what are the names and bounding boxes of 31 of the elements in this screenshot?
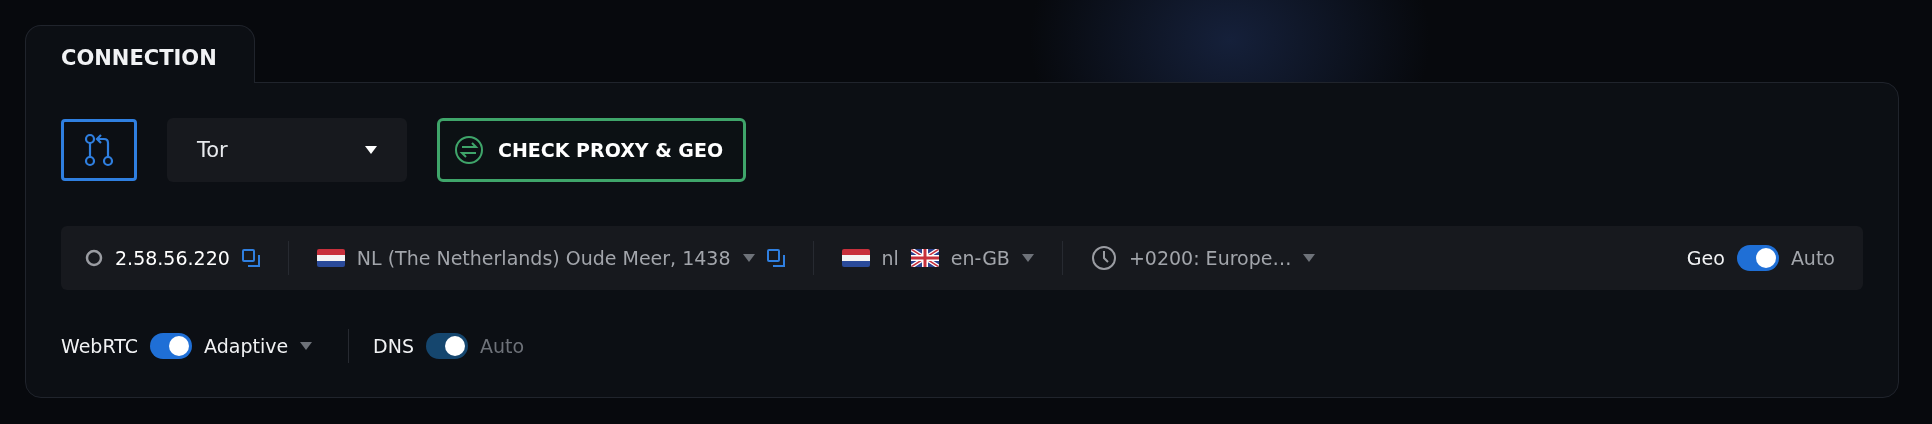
language-text: en-GB bbox=[950, 247, 1010, 269]
language-text: nl bbox=[881, 247, 899, 269]
option-label: DNS bbox=[373, 335, 414, 357]
connection-dropdown[interactable]: Tor bbox=[167, 118, 407, 182]
flag-icon bbox=[316, 249, 345, 267]
caret-icon[interactable] bbox=[300, 342, 313, 350]
option-mode: Adaptive bbox=[204, 335, 289, 357]
caret-icon[interactable] bbox=[1303, 254, 1316, 262]
section-tab[interactable]: CONNECTION bbox=[25, 25, 255, 83]
ip-address: 2.58.56.220 bbox=[115, 247, 230, 269]
timezone-text: +0200: Europe… bbox=[1128, 247, 1292, 269]
copy-icon[interactable] bbox=[241, 249, 260, 267]
geo-mode: Auto bbox=[1790, 247, 1835, 269]
caret-icon[interactable] bbox=[1021, 254, 1034, 262]
clock-icon bbox=[1090, 245, 1117, 271]
toggle-switch[interactable] bbox=[150, 333, 192, 359]
copy-icon[interactable] bbox=[766, 249, 785, 267]
exchange-icon bbox=[454, 135, 484, 165]
location-text: NL (The Netherlands) Oude Meer, 1438 bbox=[356, 247, 731, 269]
caret-icon bbox=[365, 146, 377, 154]
caret-icon[interactable] bbox=[742, 254, 755, 262]
flag-icon bbox=[841, 249, 870, 267]
branch-icon bbox=[84, 133, 114, 167]
status-ring-icon bbox=[85, 249, 103, 267]
geo-label: Geo bbox=[1686, 247, 1725, 269]
toggle-switch[interactable] bbox=[1736, 245, 1779, 271]
option-mode: Auto bbox=[480, 335, 525, 357]
check-proxy-button[interactable]: CHECK PROXY & GEO bbox=[437, 118, 747, 182]
branch-button[interactable] bbox=[61, 119, 137, 181]
option-label: WebRTC bbox=[61, 335, 138, 357]
flag-icon bbox=[910, 249, 939, 267]
